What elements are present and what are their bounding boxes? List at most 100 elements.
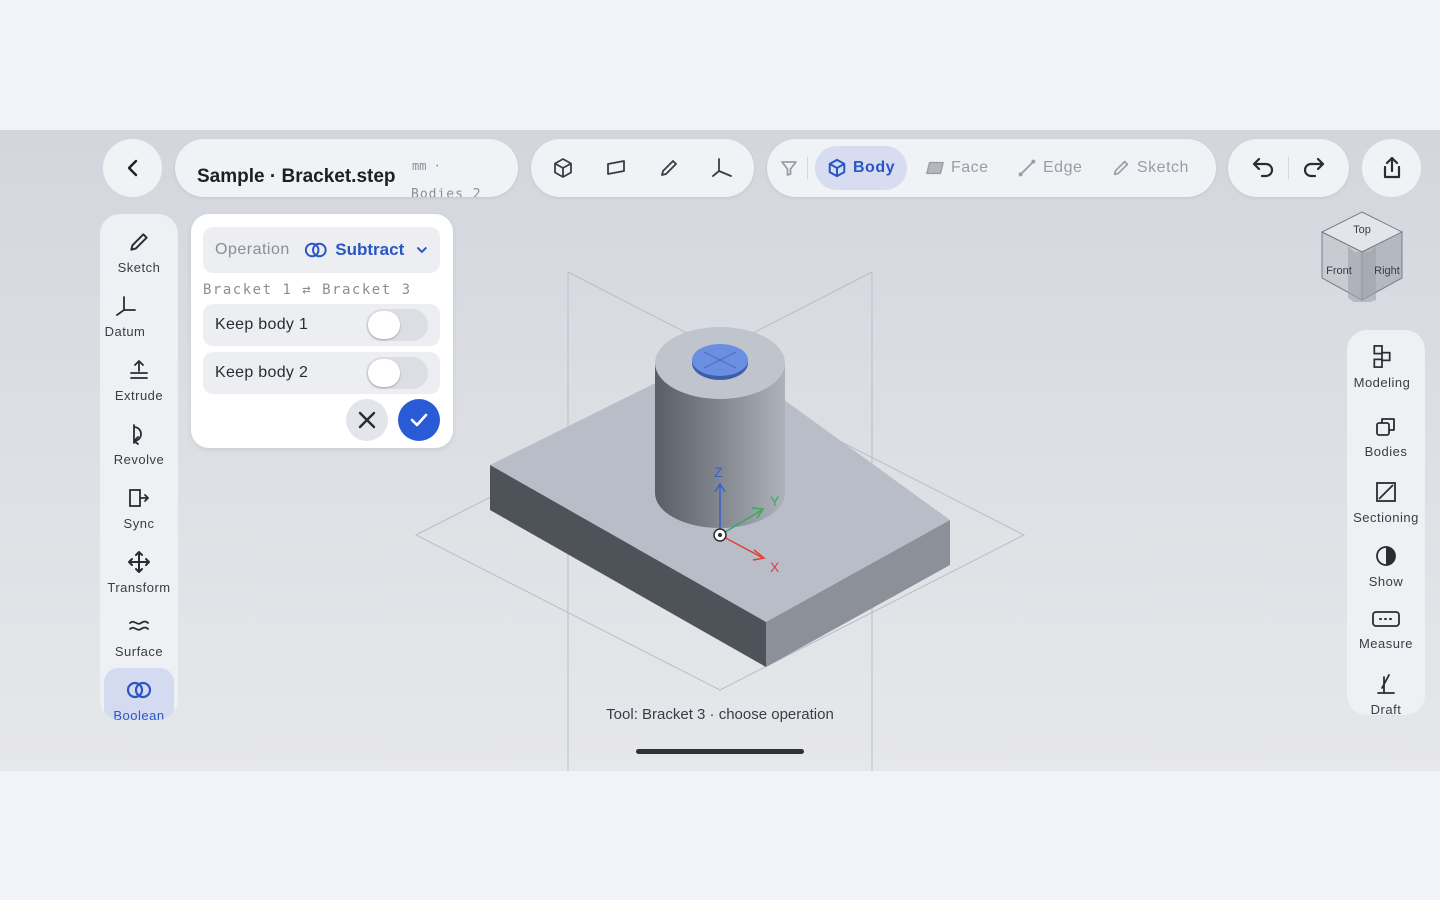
share-icon [1383,156,1400,179]
tool-label: Surface [114,644,164,659]
tool-revolve[interactable]: Revolve [104,412,174,470]
filter-face-label: Face [951,159,989,176]
pencil-icon [1113,160,1129,176]
sectioning-icon [1376,482,1396,502]
keep-body-2-toggle[interactable] [366,357,428,389]
x-axis-label: X [770,559,780,575]
keep-body-2-label: Keep body 2 [215,364,309,381]
surface-icon [129,620,149,631]
sync-icon [129,489,149,507]
move-icon [128,551,150,573]
draft-icon [1377,674,1395,694]
filter-edge[interactable]: Edge [1005,146,1094,190]
check-icon [410,413,428,427]
toggle-knob [368,311,400,339]
modeling-icon [1373,345,1391,368]
tool-boolean[interactable]: Boolean [104,668,174,720]
file-title: Sample · Bracket.step [197,166,396,187]
z-axis-label: Z [714,464,723,480]
axis-icon[interactable] [710,156,734,180]
file-info: Sample · Bracket.step mm · Bodies 2 [175,139,518,197]
selection-filter: Body Face Edge Sketch [767,139,1216,197]
tool-measure[interactable]: Measure [1347,594,1425,654]
tool-draft[interactable]: Draft [1347,658,1425,718]
tool-transform[interactable]: Transform [104,540,174,598]
body-pair: Bracket 1 ⇄ Bracket 3 [203,282,412,298]
tool-label: Datum [104,324,146,339]
plane-icon[interactable] [604,156,628,180]
confirm-button[interactable] [398,399,440,441]
filter-body-label: Body [853,159,895,176]
tool-sketch[interactable]: Sketch [104,220,174,278]
tool-extrude[interactable]: Extrude [104,348,174,406]
filter-icon[interactable] [777,156,801,180]
cube-view-icon[interactable] [551,156,575,180]
close-icon [358,411,376,429]
filter-edge-label: Edge [1043,159,1083,176]
measure-icon [1372,611,1400,627]
tool-label: Measure [1358,636,1414,651]
divider [1288,157,1289,179]
bodies-icon [1376,418,1395,436]
back-button[interactable] [103,139,162,197]
filter-sketch[interactable]: Sketch [1099,146,1201,190]
tool-surface[interactable]: Surface [104,604,174,662]
share-button[interactable] [1362,139,1421,197]
tool-label: Sectioning [1353,510,1419,525]
view-cube-front[interactable]: Front [1326,265,1352,277]
divider [807,157,808,179]
datum-icon [116,296,136,316]
redo-icon[interactable] [1301,156,1327,180]
status-message: Tool: Bracket 3 · choose operation [606,706,834,723]
filter-face[interactable]: Face [913,146,1001,190]
history-toolbar [1228,139,1349,197]
chevron-left-icon [127,159,137,177]
operation-label: Operation [215,241,290,258]
undo-icon[interactable] [1250,156,1276,180]
tool-label: Modeling [1353,375,1411,390]
tool-label: Draft [1370,702,1402,717]
tool-label: Sketch [117,260,161,275]
tool-label: Sync [123,516,155,531]
boolean-icon [126,681,152,699]
show-icon [1376,546,1396,566]
operation-select[interactable]: Operation Subtract [203,227,440,273]
pencil-icon[interactable] [657,156,681,180]
toggle-knob [368,359,400,387]
subtract-icon [304,242,327,258]
tool-sectioning[interactable]: Sectioning [1347,466,1425,526]
face-icon [926,161,944,175]
tool-label: Extrude [114,388,164,403]
tool-sync[interactable]: Sync [104,476,174,534]
revolve-icon [133,424,142,445]
tool-modeling[interactable]: Modeling [1343,330,1421,390]
tool-bodies[interactable]: Bodies [1347,402,1425,462]
filter-sketch-label: Sketch [1137,159,1189,176]
bodies-count: Bodies 2 [411,187,482,197]
keep-body-1-row: Keep body 1 [203,304,440,346]
tool-label: Revolve [113,452,165,467]
tool-label: Boolean [113,708,165,720]
operation-value: Subtract [335,240,405,259]
extrude-icon [130,360,148,379]
keep-body-1-toggle[interactable] [366,309,428,341]
cube-icon [828,158,846,178]
edge-icon [1018,159,1036,177]
tool-label: Transform [107,580,171,595]
unit-label: mm · [412,159,441,173]
filter-body[interactable]: Body [815,146,907,190]
y-axis-label: Y [770,493,780,509]
view-cube-top[interactable]: Top [1353,224,1371,236]
keep-body-1-label: Keep body 1 [215,316,309,333]
tool-datum[interactable]: Datum [100,284,160,342]
left-toolbar: Sketch Datum Extrude Revolve Sync Transf… [100,214,178,720]
view-toolbar [531,139,754,197]
home-indicator[interactable] [636,749,804,754]
view-cube[interactable]: Top Front Right [1318,210,1408,304]
view-cube-right[interactable]: Right [1374,265,1400,277]
cancel-button[interactable] [346,399,388,441]
tool-label: Show [1368,574,1404,589]
pencil-icon [130,233,148,251]
cad-app: Z Y X Sample · Bracket.step mm · Bodies … [0,130,1440,771]
tool-show[interactable]: Show [1347,530,1425,590]
